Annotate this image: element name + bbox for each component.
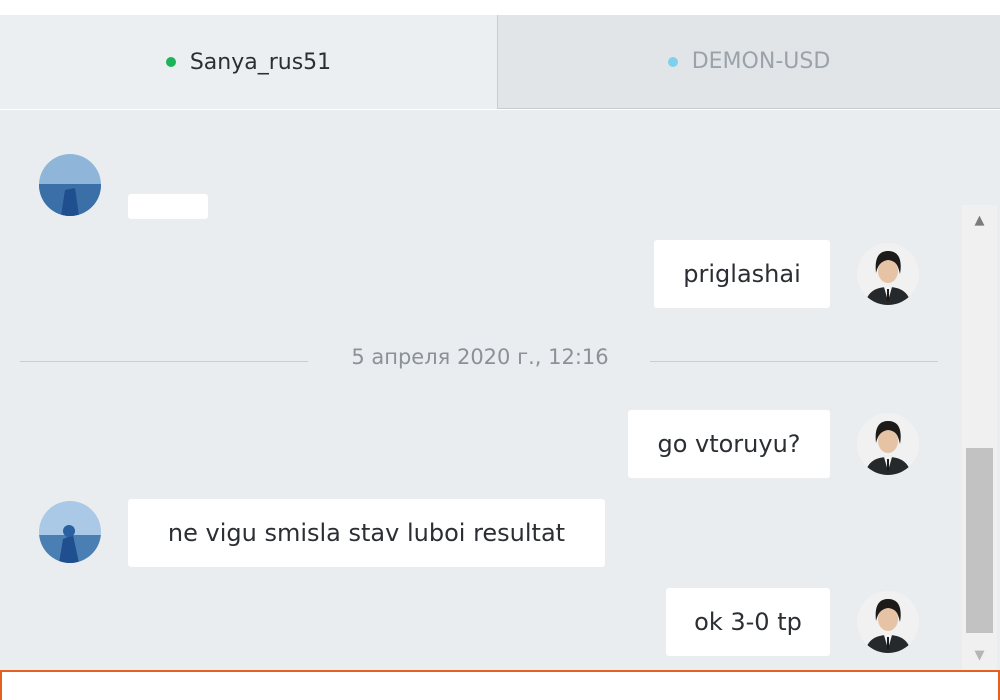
- status-dot-icon: [667, 56, 678, 67]
- contact-avatar[interactable]: [39, 154, 101, 216]
- message-bubble-self: go vtoruyu?: [628, 410, 830, 478]
- message-bubble-other: ne vigu smisla stav luboi resultat: [128, 499, 605, 567]
- message-text: ne vigu smisla stav luboi resultat: [167, 519, 566, 547]
- user-avatar[interactable]: [857, 243, 919, 305]
- message-text: priglashai: [683, 260, 801, 288]
- chat-messages: priglashai 5 апреля 2020 г., 12:16 go vt…: [0, 110, 1000, 670]
- triangle-down-icon[interactable]: ▼: [962, 640, 997, 670]
- tab-sanya-rus51[interactable]: Sanya_rus51: [0, 15, 497, 109]
- chat-scrollbar[interactable]: ▲ ▼: [962, 205, 997, 670]
- tab-demon-usd[interactable]: DEMON-USD: [497, 15, 1000, 109]
- online-status-icon: [165, 57, 176, 67]
- divider-line-right: [650, 361, 938, 362]
- divider-line-left: [20, 361, 308, 362]
- contact-avatar[interactable]: [39, 501, 101, 563]
- message-bubble-other: [128, 194, 208, 219]
- message-text: ok 3-0 tp: [694, 608, 802, 636]
- tab-label: Sanya_rus51: [189, 49, 332, 75]
- message-text: go vtoruyu?: [657, 430, 801, 458]
- message-bubble-self: ok 3-0 tp: [666, 588, 830, 656]
- chat-tabs: Sanya_rus51 DEMON-USD: [0, 15, 1000, 110]
- message-bubble-self: priglashai: [654, 240, 830, 308]
- user-avatar[interactable]: [857, 591, 919, 653]
- scrollbar-thumb[interactable]: [966, 448, 993, 633]
- triangle-up-icon[interactable]: ▲: [962, 205, 997, 235]
- message-input[interactable]: [0, 670, 1000, 700]
- tab-label: DEMON-USD: [691, 49, 831, 74]
- date-divider: 5 апреля 2020 г., 12:16: [351, 345, 609, 369]
- user-avatar[interactable]: [857, 413, 919, 475]
